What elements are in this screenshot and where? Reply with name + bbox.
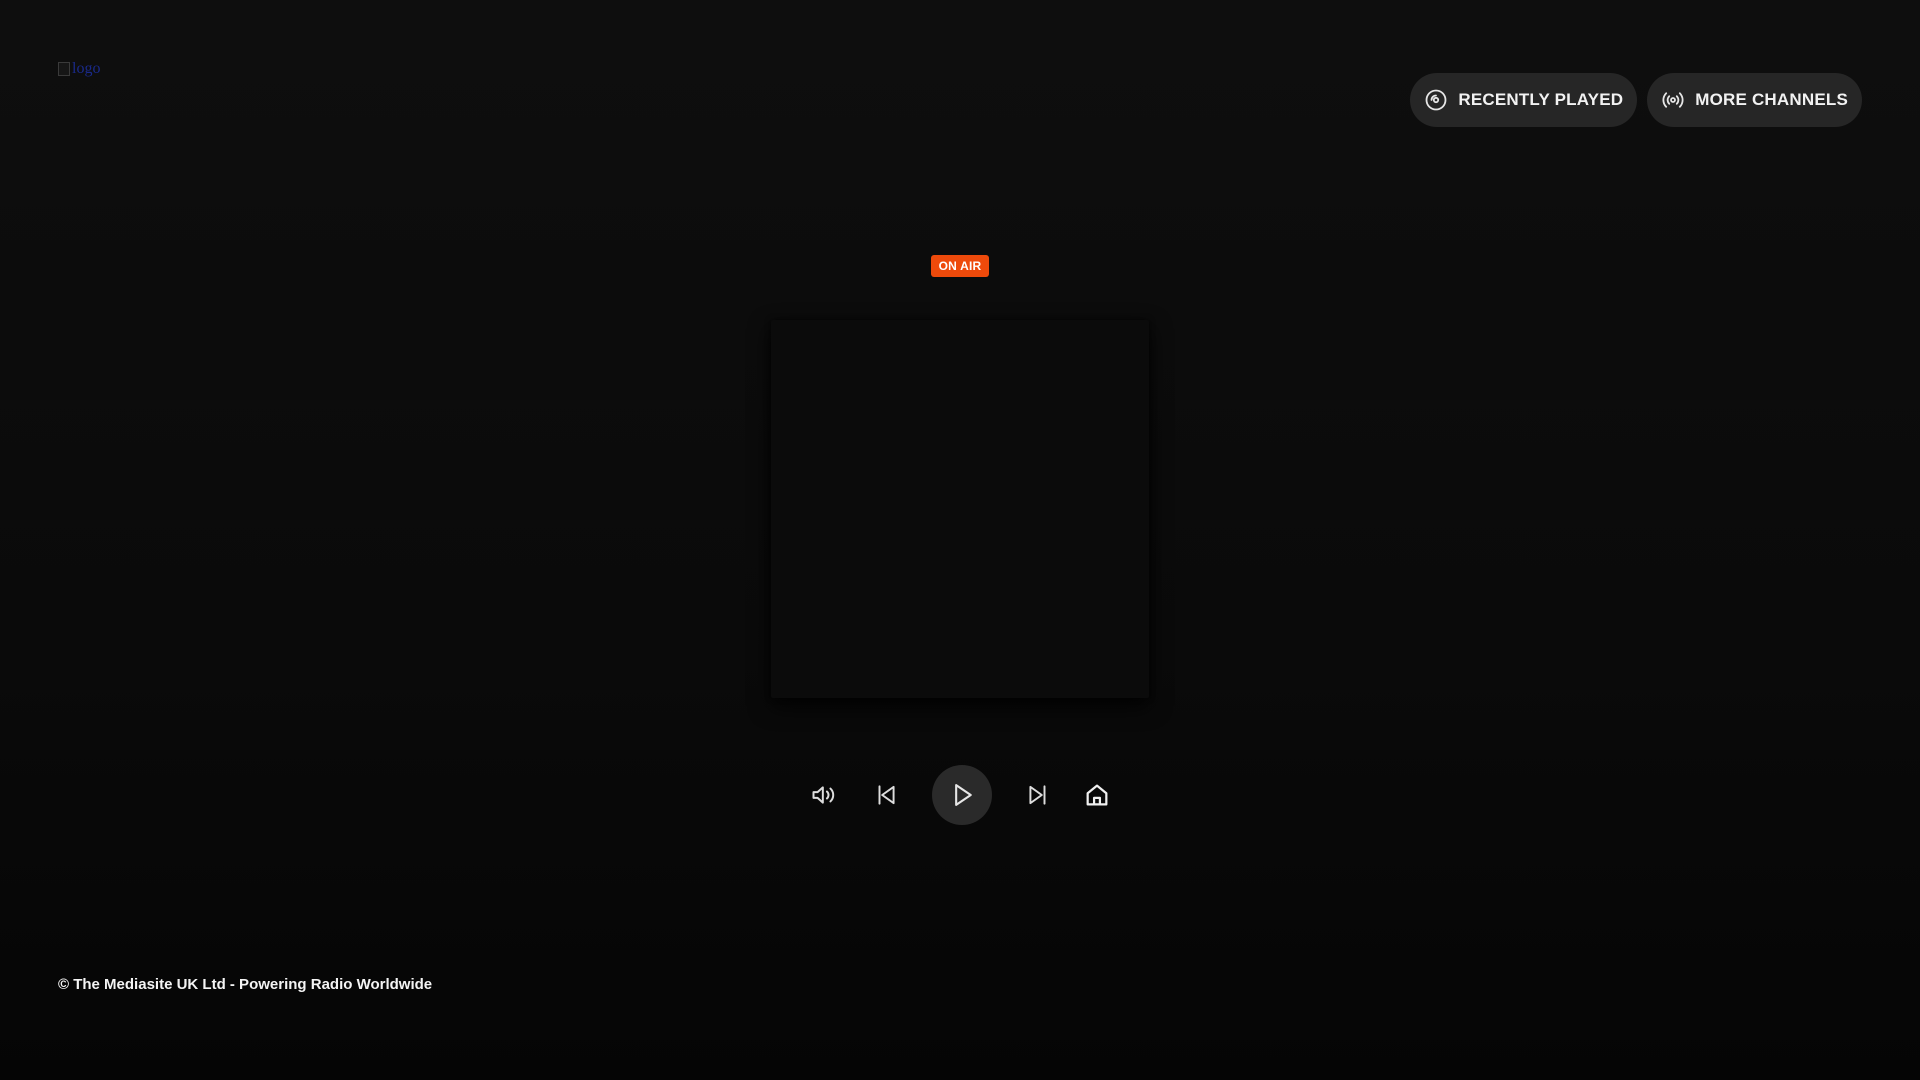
logo-alt-text: logo [72,60,101,77]
volume-icon [812,786,835,804]
player-controls [800,765,1120,825]
top-nav: RECENTLY PLAYED MORE CHANNELS [1410,73,1862,127]
disc-icon [1425,89,1447,111]
recently-played-label: RECENTLY PLAYED [1458,90,1624,109]
more-channels-label: MORE CHANNELS [1695,90,1848,109]
play-button[interactable] [932,765,992,825]
next-button[interactable] [1025,781,1051,809]
logo[interactable]: logo [58,58,100,80]
home-icon [1086,784,1108,806]
volume-button[interactable] [810,781,838,809]
skip-back-icon [878,785,895,805]
recently-played-button[interactable]: RECENTLY PLAYED [1410,73,1638,127]
broken-image-icon [58,62,70,76]
more-channels-button[interactable]: MORE CHANNELS [1647,73,1862,127]
on-air-badge: ON AIR [931,255,989,277]
play-icon [955,784,972,806]
skip-forward-icon [1029,785,1046,805]
broadcast-icon [1662,92,1684,108]
album-artwork [771,320,1149,698]
previous-button[interactable] [873,781,899,809]
home-button[interactable] [1083,781,1111,809]
footer-copyright: © The Mediasite UK Ltd - Powering Radio … [58,976,433,993]
